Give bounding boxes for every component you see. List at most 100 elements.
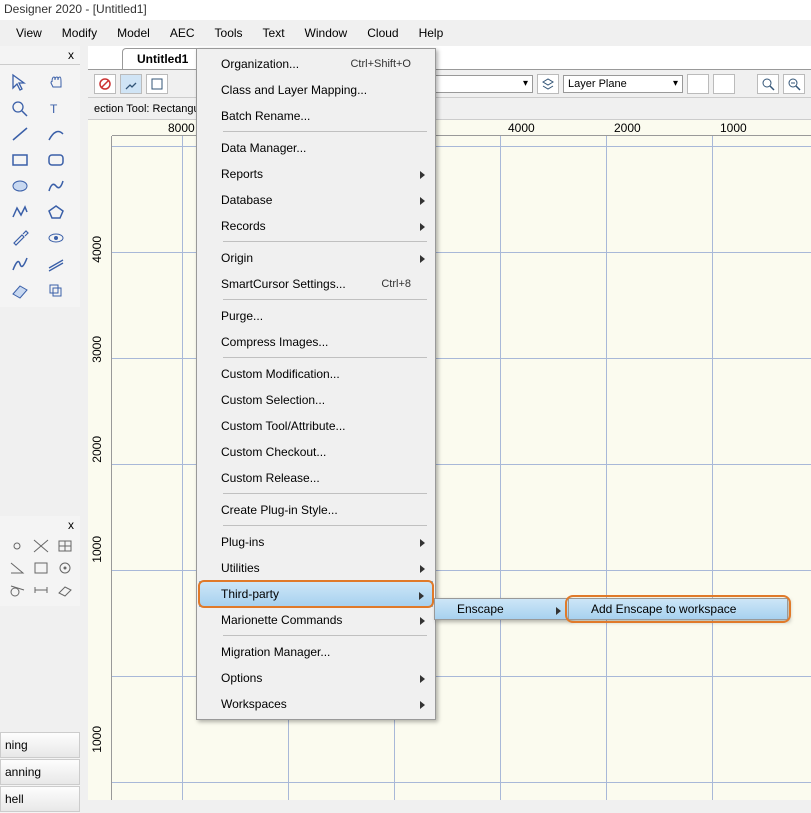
submenu-add-enscape[interactable]: Add Enscape to workspace bbox=[568, 598, 788, 620]
snap-point-icon[interactable] bbox=[6, 536, 28, 556]
selection-tool-icon[interactable] bbox=[6, 71, 34, 93]
text-tool-icon[interactable]: T bbox=[42, 97, 70, 119]
snap-palette-close-icon[interactable]: x bbox=[2, 518, 78, 532]
ellipse-tool-icon[interactable] bbox=[6, 175, 34, 197]
menu-item-label: Custom Tool/Attribute... bbox=[221, 419, 346, 433]
arc-tool-icon[interactable] bbox=[42, 123, 70, 145]
menu-data-manager[interactable]: Data Manager... bbox=[199, 135, 433, 161]
category-row[interactable]: hell bbox=[0, 786, 80, 812]
menu-custom-modification[interactable]: Custom Modification... bbox=[199, 361, 433, 387]
menu-help[interactable]: Help bbox=[409, 22, 454, 44]
menu-workspaces[interactable]: Workspaces bbox=[199, 691, 433, 717]
snap-edge-icon[interactable] bbox=[30, 558, 52, 578]
menu-create-plugin-style[interactable]: Create Plug-in Style... bbox=[199, 497, 433, 523]
menu-third-party[interactable]: Third-party bbox=[199, 581, 433, 607]
submenu-label: Enscape bbox=[457, 602, 504, 616]
submenu-label: Add Enscape to workspace bbox=[591, 602, 736, 616]
menu-tools[interactable]: Tools bbox=[205, 22, 253, 44]
snap-smart-icon[interactable] bbox=[54, 558, 76, 578]
svg-text:T: T bbox=[50, 102, 58, 116]
layers-icon[interactable] bbox=[537, 74, 559, 94]
menu-batch-rename[interactable]: Batch Rename... bbox=[199, 103, 433, 129]
menu-item-label: Database bbox=[221, 193, 272, 207]
menu-item-label: Origin bbox=[221, 251, 253, 265]
menu-item-label: Plug-ins bbox=[221, 535, 264, 549]
wall-tool-icon[interactable] bbox=[6, 279, 34, 301]
polyline-tool-icon[interactable] bbox=[6, 201, 34, 223]
menu-custom-selection[interactable]: Custom Selection... bbox=[199, 387, 433, 413]
ruler-vertical: 4000 3000 2000 1000 1000 bbox=[88, 136, 112, 800]
snap-intersection-icon[interactable] bbox=[30, 536, 52, 556]
menu-item-label: Custom Selection... bbox=[221, 393, 325, 407]
menu-item-label: Migration Manager... bbox=[221, 645, 330, 659]
menu-item-label: SmartCursor Settings... bbox=[221, 277, 346, 291]
menu-class-layer-mapping[interactable]: Class and Layer Mapping... bbox=[199, 77, 433, 103]
category-label: ning bbox=[5, 738, 28, 752]
menu-item-label: Records bbox=[221, 219, 266, 233]
menu-migration-manager[interactable]: Migration Manager... bbox=[199, 639, 433, 665]
menu-options[interactable]: Options bbox=[199, 665, 433, 691]
snap-palette: x bbox=[0, 516, 80, 606]
document-tab[interactable]: Untitled1 bbox=[122, 48, 203, 69]
palette-close-icon[interactable]: x bbox=[0, 46, 80, 65]
menu-plugins[interactable]: Plug-ins bbox=[199, 529, 433, 555]
double-line-tool-icon[interactable] bbox=[42, 253, 70, 275]
menu-purge[interactable]: Purge... bbox=[199, 303, 433, 329]
freehand-tool-icon[interactable] bbox=[6, 253, 34, 275]
toolbar-button[interactable] bbox=[94, 74, 116, 94]
menu-organization[interactable]: Organization...Ctrl+Shift+O bbox=[199, 51, 433, 77]
menu-item-label: Third-party bbox=[221, 587, 279, 601]
menu-smartcursor[interactable]: SmartCursor Settings... Ctrl+8 bbox=[199, 271, 433, 297]
ruler-mark: 2000 bbox=[90, 436, 104, 463]
menu-aec[interactable]: AEC bbox=[160, 22, 205, 44]
zoom-out-icon[interactable] bbox=[783, 74, 805, 94]
pan-tool-icon[interactable] bbox=[42, 71, 70, 93]
toolbar-button[interactable] bbox=[687, 74, 709, 94]
menu-item-label: Purge... bbox=[221, 309, 263, 323]
menu-records[interactable]: Records bbox=[199, 213, 433, 239]
menu-modify[interactable]: Modify bbox=[52, 22, 107, 44]
category-row[interactable]: anning bbox=[0, 759, 80, 785]
polygon-tool-icon[interactable] bbox=[42, 201, 70, 223]
menu-cloud[interactable]: Cloud bbox=[357, 22, 408, 44]
menu-model[interactable]: Model bbox=[107, 22, 160, 44]
zoom-tool-icon[interactable] bbox=[6, 97, 34, 119]
menu-item-label: Class and Layer Mapping... bbox=[221, 83, 367, 97]
snap-working-plane-icon[interactable] bbox=[54, 580, 76, 600]
eyedropper-tool-icon[interactable] bbox=[6, 227, 34, 249]
submenu-enscape[interactable]: Enscape bbox=[434, 598, 570, 620]
menu-origin[interactable]: Origin bbox=[199, 245, 433, 271]
toolbar-button[interactable] bbox=[713, 74, 735, 94]
extract-tool-icon[interactable] bbox=[42, 279, 70, 301]
category-label: hell bbox=[5, 792, 24, 806]
menu-reports[interactable]: Reports bbox=[199, 161, 433, 187]
menu-utilities[interactable]: Utilities bbox=[199, 555, 433, 581]
menu-custom-tool-attribute[interactable]: Custom Tool/Attribute... bbox=[199, 413, 433, 439]
visibility-tool-icon[interactable] bbox=[42, 227, 70, 249]
menu-database[interactable]: Database bbox=[199, 187, 433, 213]
category-row[interactable]: ning bbox=[0, 732, 80, 758]
window-title: Designer 2020 - [Untitled1] bbox=[0, 0, 811, 20]
menu-view[interactable]: View bbox=[6, 22, 52, 44]
curve-tool-icon[interactable] bbox=[42, 175, 70, 197]
snap-angle-icon[interactable] bbox=[6, 558, 28, 578]
menu-item-label: Compress Images... bbox=[221, 335, 328, 349]
menu-shortcut: Ctrl+Shift+O bbox=[350, 58, 411, 70]
rectangle-tool-icon[interactable] bbox=[6, 149, 34, 171]
rounded-rect-tool-icon[interactable] bbox=[42, 149, 70, 171]
zoom-in-icon[interactable] bbox=[757, 74, 779, 94]
layer-combo[interactable]: Layer Plane bbox=[563, 75, 683, 93]
toolbar-button[interactable] bbox=[146, 74, 168, 94]
tools-menu-dropdown: Organization...Ctrl+Shift+O Class and La… bbox=[196, 48, 436, 720]
toolbar-button[interactable] bbox=[120, 74, 142, 94]
menu-window[interactable]: Window bbox=[295, 22, 358, 44]
menu-marionette[interactable]: Marionette Commands bbox=[199, 607, 433, 633]
snap-distance-icon[interactable] bbox=[30, 580, 52, 600]
menu-text[interactable]: Text bbox=[253, 22, 295, 44]
menu-shortcut: Ctrl+8 bbox=[381, 278, 411, 290]
snap-tangent-icon[interactable] bbox=[6, 580, 28, 600]
snap-grid-icon[interactable] bbox=[54, 536, 76, 556]
menu-compress-images[interactable]: Compress Images... bbox=[199, 329, 433, 355]
line-tool-icon[interactable] bbox=[6, 123, 34, 145]
menu-item-label: Batch Rename... bbox=[221, 109, 310, 123]
